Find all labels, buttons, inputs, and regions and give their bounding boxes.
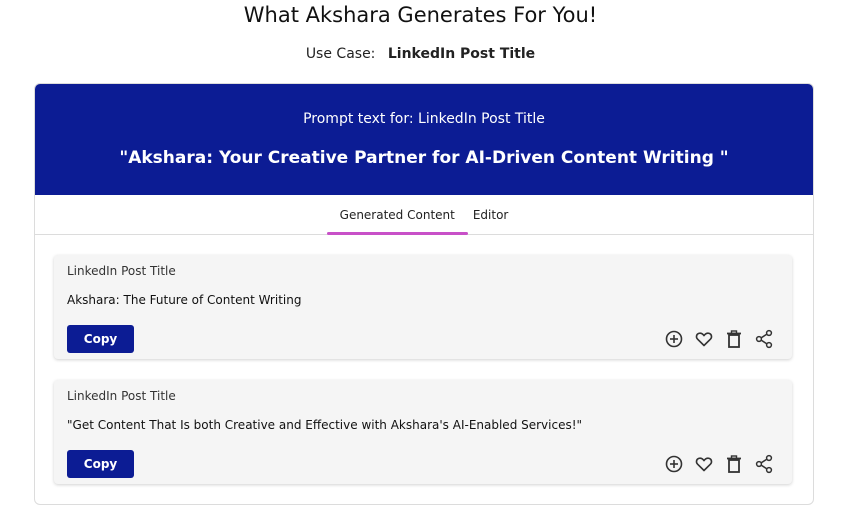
heart-icon[interactable]	[694, 454, 714, 474]
results-list: LinkedIn Post Title Akshara: The Future …	[54, 255, 792, 505]
card-actions	[664, 454, 774, 474]
use-case-value: LinkedIn Post Title	[387, 46, 536, 62]
use-case-label: Use Case:	[305, 46, 376, 62]
prompt-header: Prompt text for: LinkedIn Post Title "Ak…	[35, 84, 813, 195]
trash-icon[interactable]	[724, 329, 744, 349]
use-case: Use Case: LinkedIn Post Title	[0, 46, 841, 62]
copy-button[interactable]: Copy	[67, 325, 134, 353]
page-title: What Akshara Generates For You!	[243, 3, 598, 27]
add-circle-icon[interactable]	[664, 329, 684, 349]
card-generated-text: "Get Content That Is both Creative and E…	[67, 418, 583, 432]
card-type-label: LinkedIn Post Title	[67, 264, 176, 278]
card-generated-text: Akshara: The Future of Content Writing	[67, 293, 302, 307]
tab-bar: Generated Content Editor	[35, 195, 813, 235]
card-actions	[664, 329, 774, 349]
heart-icon[interactable]	[694, 329, 714, 349]
card-type-label: LinkedIn Post Title	[67, 389, 176, 403]
prompt-text: "Akshara: Your Creative Partner for AI-D…	[119, 148, 729, 168]
share-icon[interactable]	[754, 454, 774, 474]
result-card: LinkedIn Post Title Akshara: The Future …	[54, 255, 792, 359]
add-circle-icon[interactable]	[664, 454, 684, 474]
tab-generated-content[interactable]: Generated Content	[326, 195, 469, 235]
trash-icon[interactable]	[724, 454, 744, 474]
share-icon[interactable]	[754, 329, 774, 349]
tab-editor[interactable]: Editor	[464, 195, 518, 234]
copy-button[interactable]: Copy	[67, 450, 134, 478]
result-card: LinkedIn Post Title "Get Content That Is…	[54, 380, 792, 484]
prompt-label: Prompt text for: LinkedIn Post Title	[303, 111, 545, 127]
